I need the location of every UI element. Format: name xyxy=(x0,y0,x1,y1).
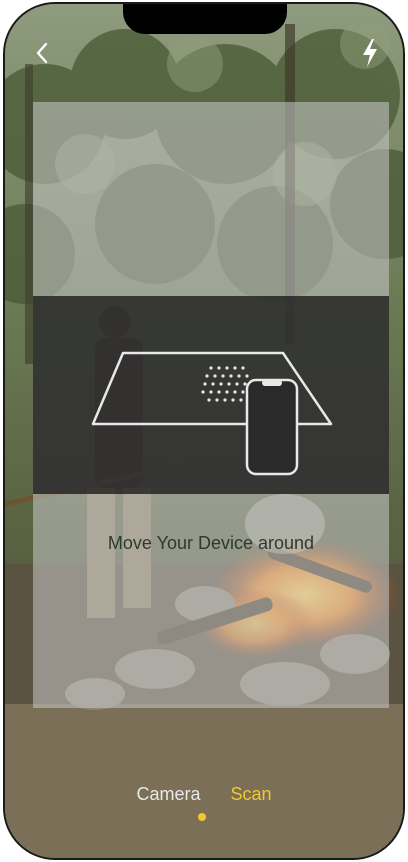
flash-button[interactable] xyxy=(355,36,385,70)
mode-camera[interactable]: Camera xyxy=(136,784,200,805)
feature-points xyxy=(201,366,249,402)
phone-outline xyxy=(245,378,299,476)
chevron-left-icon xyxy=(36,42,48,64)
selected-mode-indicator xyxy=(198,813,206,821)
move-device-illustration xyxy=(91,351,333,476)
capture-mode-switcher: Camera Scan xyxy=(0,784,408,805)
lightning-bolt-icon xyxy=(363,39,377,67)
phone-screen: Move Your Device around xyxy=(5,4,403,858)
mode-scan[interactable]: Scan xyxy=(231,784,272,805)
back-button[interactable] xyxy=(27,38,57,68)
device-notch xyxy=(123,4,287,34)
scan-instruction-text: Move Your Device around xyxy=(107,533,315,553)
